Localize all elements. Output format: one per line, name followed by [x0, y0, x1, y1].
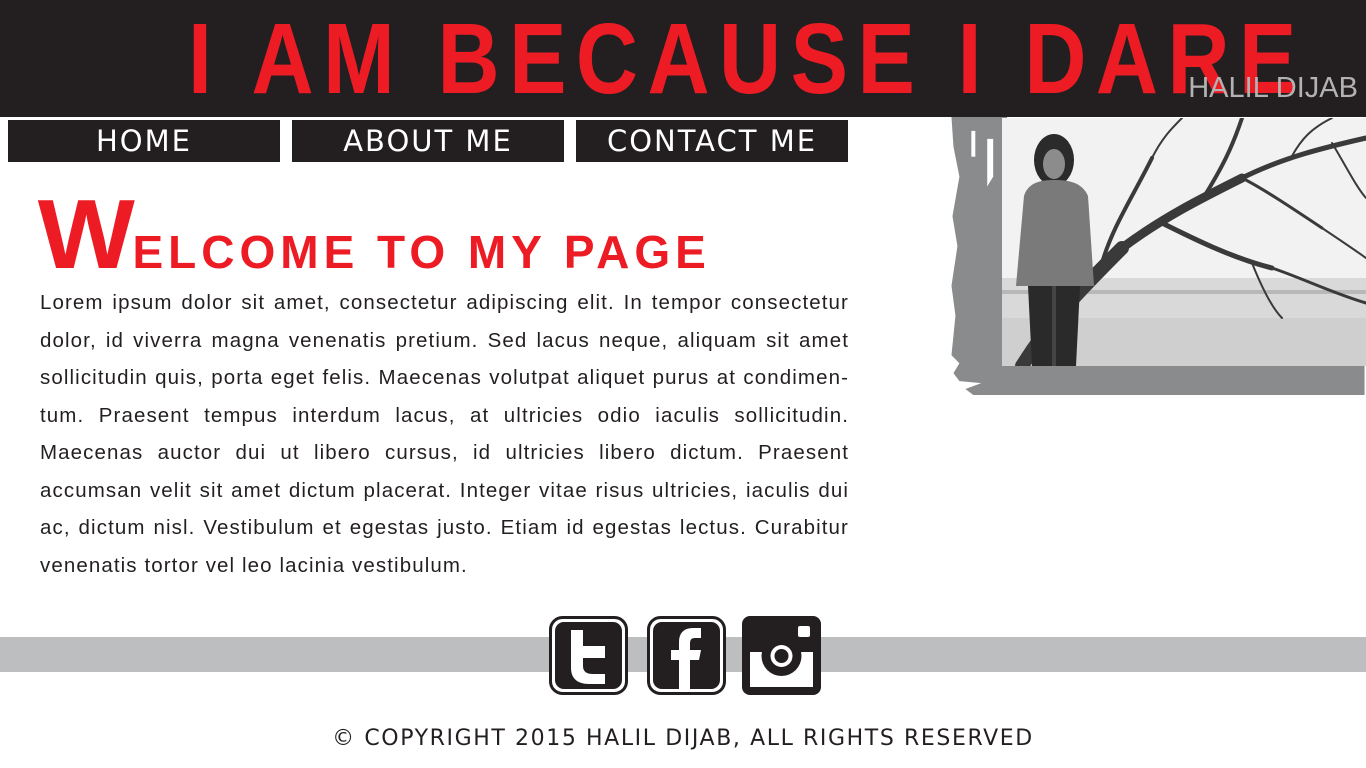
welcome-initial: W — [37, 179, 135, 289]
facebook-icon — [647, 616, 726, 695]
intro-paragraph: Lorem ipsum dolor sit amet, consectetur … — [40, 291, 849, 577]
profile-photo-image — [1002, 118, 1366, 366]
nav-home[interactable]: HOME — [8, 120, 280, 162]
instagram-icon — [742, 616, 821, 695]
welcome-heading: WELCOME TO MY PAGE — [37, 179, 711, 289]
welcome-rest: ELCOME TO MY PAGE — [132, 226, 711, 278]
facebook-link[interactable] — [647, 616, 726, 695]
nav-contact-me[interactable]: CONTACT ME — [576, 120, 848, 162]
instagram-link[interactable] — [742, 616, 821, 695]
site-header: I AM BECAUSE I DARE HALIL DIJAB — [0, 0, 1366, 117]
site-author: HALIL DIJAB — [1188, 72, 1358, 104]
profile-photo — [1002, 118, 1366, 366]
twitter-icon — [549, 616, 628, 695]
nav-about-me[interactable]: ABOUT ME — [292, 120, 564, 162]
copyright-text: © COPYRIGHT 2015 HALIL DIJAB, ALL RIGHTS… — [332, 726, 1034, 751]
profile-photo-frame — [950, 117, 1366, 399]
site-title: I AM BECAUSE I DARE — [188, 3, 1306, 115]
twitter-link[interactable] — [549, 616, 628, 695]
